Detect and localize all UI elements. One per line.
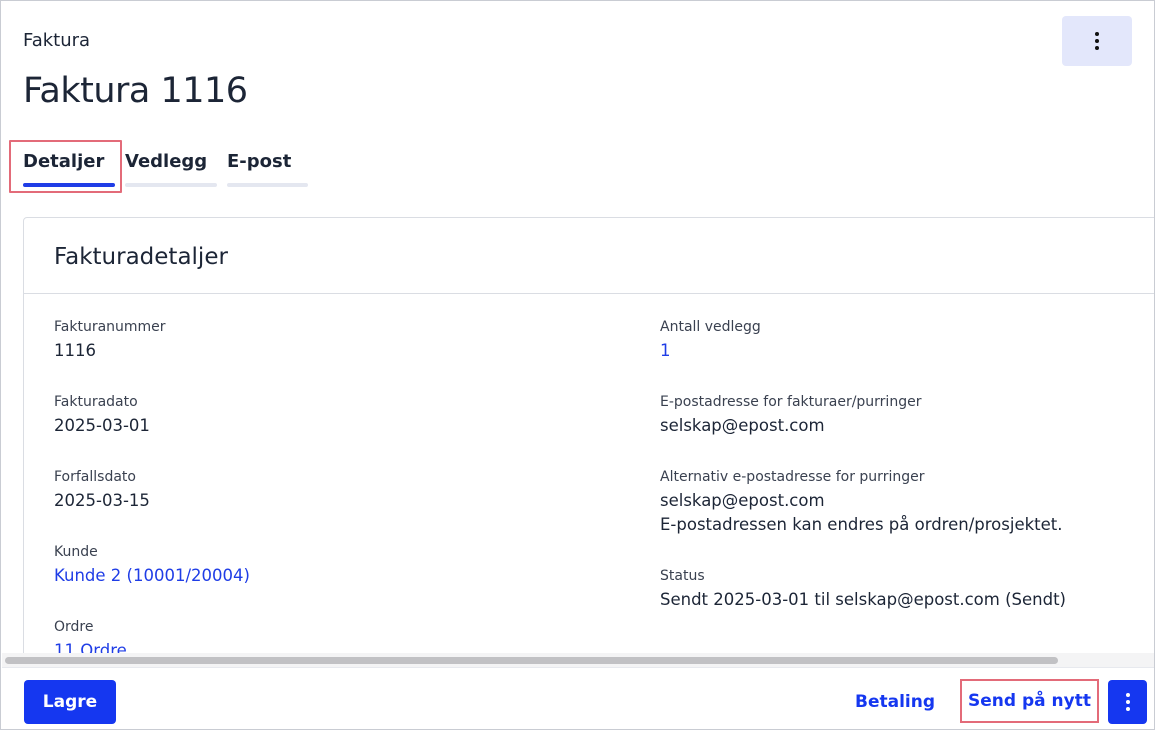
payment-button[interactable]: Betaling — [844, 680, 946, 724]
tab-label: Detaljer — [23, 151, 105, 172]
invoice-window: Faktura Faktura 1116 Detaljer Vedlegg E-… — [0, 0, 1155, 730]
horizontal-scrollbar[interactable] — [2, 653, 1154, 667]
vertical-ellipsis-icon — [1125, 693, 1130, 711]
field-invoice-email: E-postadresse for fakturaer/purringer se… — [660, 393, 921, 438]
field-value: 2025-03-15 — [54, 491, 150, 510]
tab-label: E-post — [227, 151, 292, 172]
field-note: E-postadressen kan endres på ordren/pros… — [660, 515, 1063, 534]
tab-epost[interactable]: E-post — [227, 147, 308, 187]
field-label: Status — [660, 568, 705, 584]
field-label: Alternativ e-postadresse for purringer — [660, 469, 925, 485]
field-value: selskap@epost.com — [660, 491, 825, 510]
field-invoice-date: Fakturadato 2025-03-01 — [54, 393, 150, 438]
tab-indicator — [23, 183, 115, 187]
field-value: 1116 — [54, 341, 96, 360]
field-label: Antall vedlegg — [660, 319, 761, 335]
tab-vedlegg[interactable]: Vedlegg — [125, 147, 217, 187]
field-label: Forfallsdato — [54, 469, 136, 485]
resend-button[interactable]: Send på nytt — [960, 679, 1099, 723]
tab-detaljer[interactable]: Detaljer — [23, 147, 115, 187]
card-title: Fakturadetaljer — [54, 243, 228, 270]
invoice-details-card: Fakturadetaljer Fakturanummer 1116 Faktu… — [23, 217, 1154, 677]
vertical-ellipsis-icon — [1095, 32, 1099, 50]
field-value: 2025-03-01 — [54, 416, 150, 435]
tab-indicator — [227, 183, 308, 187]
breadcrumb[interactable]: Faktura — [23, 30, 90, 51]
field-label: Fakturadato — [54, 394, 138, 410]
field-label: Kunde — [54, 544, 98, 560]
field-alt-email: Alternativ e-postadresse for purringer s… — [660, 468, 1063, 537]
attachments-link[interactable]: 1 — [660, 339, 761, 363]
tab-label: Vedlegg — [125, 151, 208, 172]
scrollbar-thumb[interactable] — [5, 657, 1058, 664]
status-value: Sendt 2025-03-01 til selskap@epost.com (… — [660, 590, 1066, 609]
field-value: selskap@epost.com — [660, 416, 825, 435]
field-due-date: Forfallsdato 2025-03-15 — [54, 468, 150, 513]
field-customer: Kunde Kunde 2 (10001/20004) — [54, 543, 250, 588]
field-label: Ordre — [54, 619, 94, 635]
field-invoice-number: Fakturanummer 1116 — [54, 318, 166, 363]
customer-link[interactable]: Kunde 2 (10001/20004) — [54, 564, 250, 588]
more-actions-button[interactable] — [1062, 16, 1132, 66]
page-title: Faktura 1116 — [23, 71, 248, 111]
field-label: Fakturanummer — [54, 319, 166, 335]
card-header: Fakturadetaljer — [24, 218, 1154, 294]
tab-indicator — [125, 183, 217, 187]
more-footer-actions-button[interactable] — [1108, 680, 1147, 724]
save-button[interactable]: Lagre — [24, 680, 116, 724]
field-label: E-postadresse for fakturaer/purringer — [660, 394, 922, 410]
action-footer: Lagre Betaling Send på nytt — [2, 667, 1154, 729]
field-status: Status Sendt 2025-03-01 til selskap@epos… — [660, 567, 1066, 612]
field-attachments-count: Antall vedlegg 1 — [660, 318, 761, 363]
